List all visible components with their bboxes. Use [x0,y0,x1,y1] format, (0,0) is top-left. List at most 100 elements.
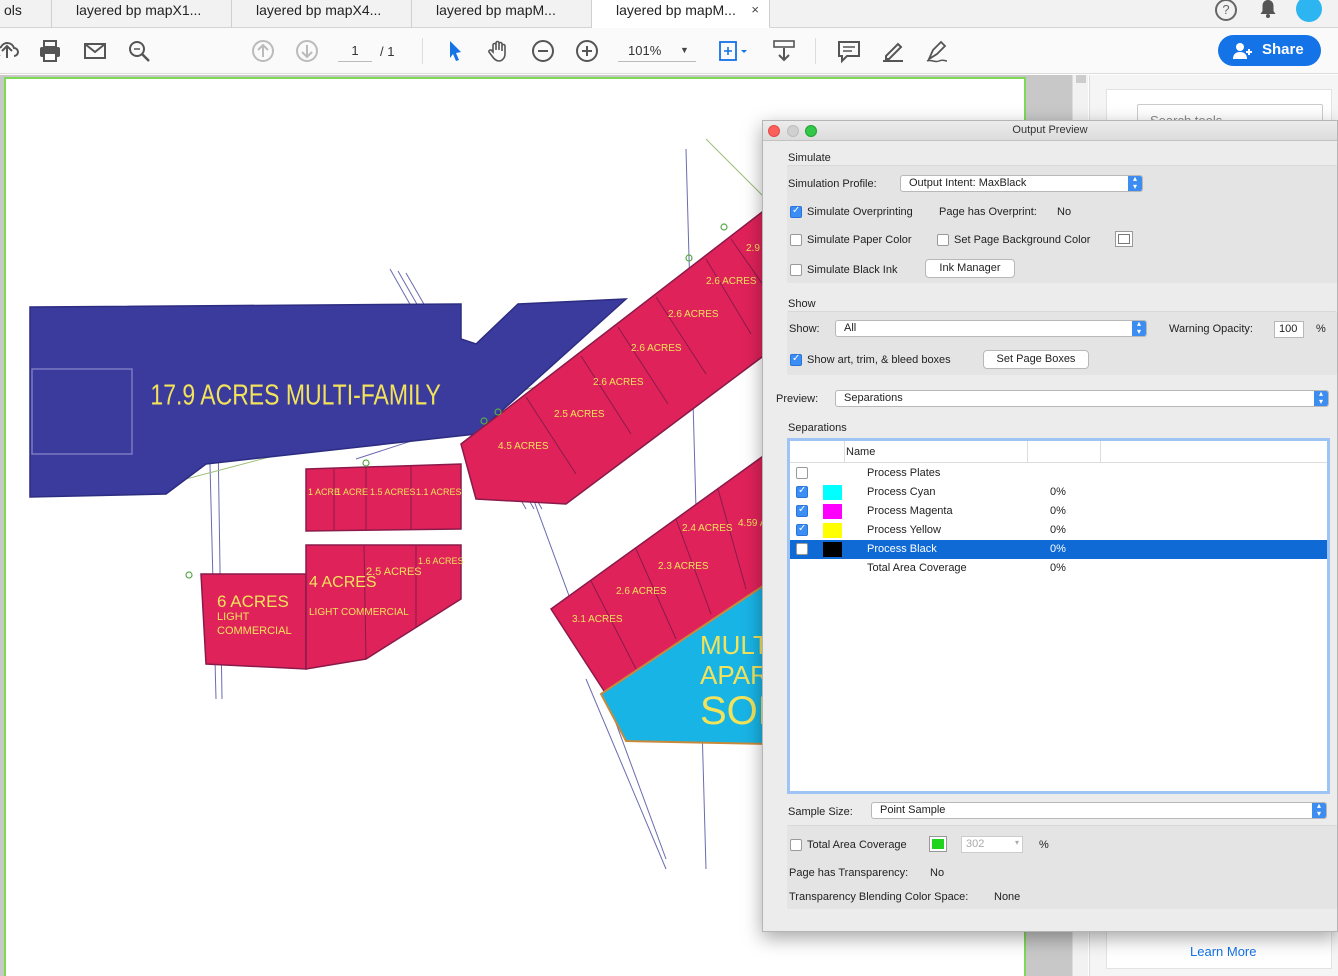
simulate-paper-color-checkbox[interactable] [790,234,802,246]
tab-document-active[interactable]: layered bp mapM... × [592,0,770,28]
separation-checkbox[interactable] [796,504,808,517]
simulate-heading: Simulate [788,152,831,164]
show-heading: Show [788,298,816,310]
learn-more-link[interactable]: Learn More [1190,944,1256,959]
fit-page-icon[interactable] [716,38,750,64]
chevron-down-icon: ▾ [1014,838,1019,847]
scrollbar-thumb[interactable] [1076,75,1086,83]
upload-icon[interactable] [0,38,20,64]
set-page-bg-color-checkbox[interactable] [937,234,949,246]
separation-row[interactable]: Process Magenta 0% [790,502,1327,521]
parcel-1-1-label: 1.1 ACRES [416,487,462,497]
simulate-black-ink-checkbox[interactable] [790,264,802,276]
zoom-window-button[interactable] [805,125,817,137]
share-button[interactable]: Share [1218,35,1321,66]
simulate-black-ink-label: Simulate Black Ink [807,264,898,276]
name-column-header[interactable]: Name [846,446,875,458]
simulation-profile-value: Output Intent: MaxBlack [909,177,1027,189]
print-icon[interactable] [37,38,63,64]
page-has-transparency-value: No [930,867,945,879]
tab-document-2[interactable]: layered bp mapX4... [232,0,412,28]
close-window-button[interactable] [768,125,780,137]
separation-color-swatch [823,542,842,557]
page-bg-color-swatch[interactable] [1115,231,1133,247]
simulate-paper-color-label: Simulate Paper Color [807,234,912,246]
show-boxes-label: Show art, trim, & bleed boxes [807,354,951,366]
tab-label: layered bp mapM... [616,2,736,18]
separation-checkbox[interactable] [796,523,808,536]
zoom-out-icon[interactable] [530,38,556,64]
coverage-percent: % [1039,839,1049,851]
coverage-value-select: 302 ▾ [961,836,1023,853]
help-icon[interactable]: ? [1215,0,1237,21]
preview-value: Separations [844,392,903,404]
separation-value: 0% [1050,505,1066,517]
separation-value: 0% [1050,486,1066,498]
separation-row[interactable]: Process Black 0% [790,540,1327,559]
separation-name: Total Area Coverage [867,562,967,574]
chevron-updown-icon: ▴ ▾ [1312,803,1326,818]
zoom-in-icon[interactable] [574,38,600,64]
hand-tool-icon[interactable] [486,38,512,64]
blending-space-label: Transparency Blending Color Space: [789,891,969,903]
dialog-title: Output Preview [1012,124,1088,136]
close-tab-icon[interactable]: × [751,2,759,17]
tab-label: layered bp mapM... [436,2,556,18]
coverage-color-swatch[interactable] [929,836,947,852]
main-toolbar: / 1 ▼ Shar [0,28,1338,74]
scroll-mode-icon[interactable] [771,38,797,64]
select-cursor-icon[interactable] [442,38,468,64]
simulate-overprinting-checkbox[interactable] [790,205,802,218]
separation-value: 0% [1050,543,1066,555]
separation-row[interactable]: Process Plates [790,464,1327,483]
search-icon[interactable] [126,38,152,64]
email-icon[interactable] [82,38,108,64]
small-lots-row [305,463,462,532]
ink-manager-button[interactable]: Ink Manager [925,259,1015,278]
tab-label: layered bp mapX4... [256,2,382,18]
preview-label: Preview: [776,393,819,405]
separation-color-swatch [823,523,842,538]
separation-row[interactable]: Total Area Coverage 0% [790,559,1327,578]
warning-opacity-input[interactable]: 100 [1274,321,1304,338]
tab-document-1[interactable]: layered bp mapX1... [52,0,232,28]
separations-list: Name Process PlatesProcess Cyan0%Process… [787,438,1330,794]
separation-checkbox[interactable] [796,467,808,479]
separation-checkbox[interactable] [796,543,808,555]
comment-icon[interactable] [836,38,862,64]
minimize-window-button[interactable] [787,125,799,137]
parcel-1-acre-b-label: 1 ACRE [336,487,368,497]
show-boxes-checkbox[interactable] [790,353,802,366]
simulation-profile-label: Simulation Profile: [788,178,877,190]
bell-icon[interactable] [1257,0,1279,20]
parcel-2-6a-label: 2.6 ACRES [593,377,644,388]
separation-row[interactable]: Process Yellow 0% [790,521,1327,540]
parcel-2-6d-label: 2.6 ACRES [706,276,757,287]
multifamily-label: 17.9 ACRES MULTI-FAMILY [150,378,440,411]
page-number-input[interactable] [338,40,372,62]
separation-row[interactable]: Process Cyan 0% [790,483,1327,502]
tab-tools[interactable]: ols [0,0,52,28]
parcel-2-3-label: 2.3 ACRES [658,561,709,572]
next-page-icon[interactable] [294,38,320,64]
sign-icon[interactable] [924,38,950,64]
parcel-2-4-label: 2.4 ACRES [682,523,733,534]
simulation-profile-select[interactable]: Output Intent: MaxBlack ▴ ▾ [900,175,1143,192]
parcel-2-6b-label: 2.6 ACRES [631,343,682,354]
separation-checkbox[interactable] [796,485,808,498]
highlight-pen-icon[interactable] [880,38,906,64]
previous-page-icon[interactable] [250,38,276,64]
separation-name: Process Yellow [867,524,941,536]
light-commercial-label: LIGHT COMMERCIAL [309,607,409,618]
preview-select[interactable]: Separations ▴ ▾ [835,390,1329,407]
sample-size-select[interactable]: Point Sample ▴ ▾ [871,802,1327,819]
chevron-updown-icon: ▴ ▾ [1128,176,1142,191]
chevron-down-icon[interactable]: ▼ [680,45,689,55]
set-page-boxes-button[interactable]: Set Page Boxes [983,350,1089,369]
blending-space-value: None [994,891,1021,903]
avatar[interactable] [1296,0,1322,22]
separation-name: Process Plates [867,467,941,479]
total-area-coverage-checkbox[interactable] [790,839,802,851]
show-select[interactable]: All ▴ ▾ [835,320,1147,337]
tab-document-3[interactable]: layered bp mapM... [412,0,592,28]
